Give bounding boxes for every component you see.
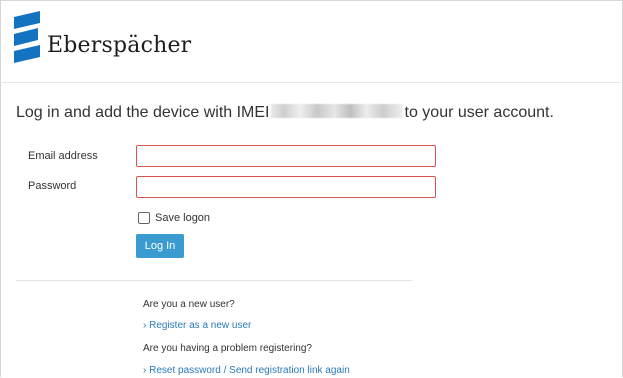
header: Eberspächer (0, 0, 621, 83)
title-suffix: to your user account. (404, 104, 554, 121)
page-title: Log in and add the device with IMEI to yo… (16, 104, 554, 122)
brand-name: Eberspächer (47, 33, 192, 58)
save-logon-checkbox[interactable] (138, 212, 150, 224)
password-label: Password (28, 180, 77, 192)
new-user-question: Are you a new user? (143, 299, 235, 310)
save-logon-label[interactable]: Save logon (155, 212, 210, 224)
problem-question: Are you having a problem registering? (143, 343, 312, 354)
save-logon-row[interactable]: Save logon (136, 212, 210, 224)
redacted-imei (270, 104, 403, 118)
email-field[interactable] (136, 145, 436, 167)
register-link[interactable]: › Register as a new user (143, 320, 251, 331)
divider (16, 280, 412, 281)
reset-password-link[interactable]: › Reset password / Send registration lin… (143, 365, 350, 376)
email-label: Email address (28, 150, 98, 162)
title-prefix: Log in and add the device with IMEI (16, 104, 270, 121)
login-button[interactable]: Log In (136, 234, 184, 258)
eberspaecher-logo-icon (14, 11, 40, 63)
password-field[interactable] (136, 176, 436, 198)
